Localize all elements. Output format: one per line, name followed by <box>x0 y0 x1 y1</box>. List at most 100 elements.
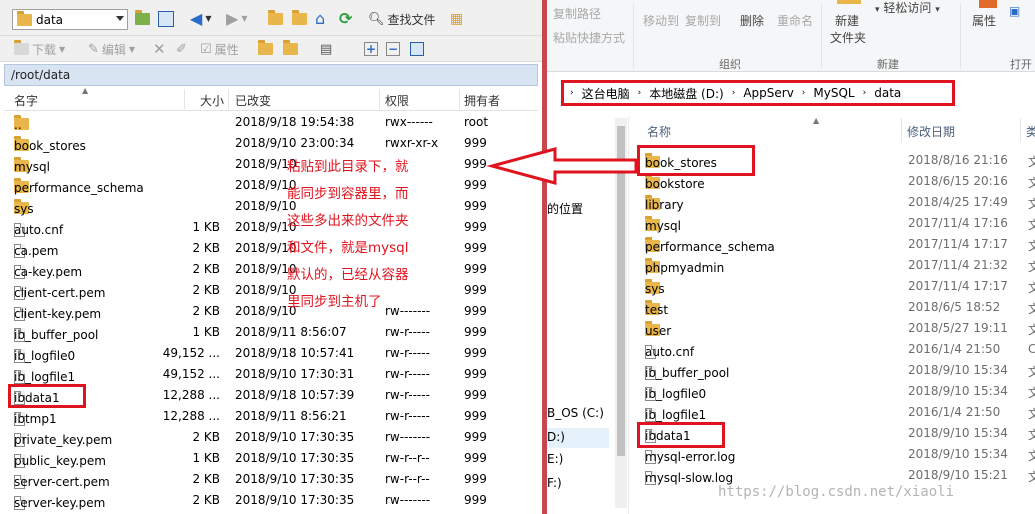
table-row[interactable]: public_key.pem 1 KB 2018/9/10 17:30:35 rw-r… <box>4 448 538 469</box>
file-perms: rwxr-xr-x <box>385 136 439 150</box>
table-row[interactable]: ib_logfile1 49,152 ... 2018/9/10 17:30:31 r… <box>4 364 538 385</box>
nav-scrollbar[interactable] <box>615 118 627 508</box>
download-button[interactable]: 下载 ▼ <box>14 39 65 59</box>
properties-button[interactable]: ☑ 属性 <box>200 39 239 59</box>
select-button[interactable]: + <box>364 39 378 59</box>
list-item[interactable]: sys 2017/11/4 17:17 文 <box>639 276 1035 297</box>
table-row[interactable]: ca-key.pem 2 KB 2018/9/10 999 <box>4 259 538 280</box>
table-row[interactable]: auto.cnf 1 KB 2018/9/10 999 <box>4 217 538 238</box>
forward-button[interactable]: ▶ ▼ <box>226 8 247 28</box>
unselect-button[interactable]: − <box>386 39 400 59</box>
col-perms[interactable]: 权限 <box>385 92 409 109</box>
breadcrumb-2[interactable]: AppServ <box>743 86 793 100</box>
col-type[interactable]: 类 <box>1026 123 1035 140</box>
properties-panel-button[interactable]: ▤ <box>320 39 332 59</box>
breadcrumb-0[interactable]: 这台电脑 <box>582 85 630 102</box>
list-item[interactable]: ib_logfile1 2016/1/4 21:50 文 <box>639 402 1035 423</box>
nav-item-f-drive[interactable]: F:) <box>547 476 562 490</box>
parent-dir-button[interactable] <box>268 9 283 29</box>
nav-item-c-drive[interactable]: B_OS (C:) <box>547 406 604 420</box>
list-item[interactable]: auto.cnf 2016/1/4 21:50 C <box>639 339 1035 360</box>
list-item[interactable]: phpmyadmin 2017/11/4 21:32 文 <box>639 255 1035 276</box>
col-modified[interactable]: 修改日期 <box>907 123 955 140</box>
find-files-button[interactable]: 🔍︎ 查找文件 <box>368 9 436 29</box>
list-item[interactable]: performance_schema 2017/11/4 17:17 文 <box>639 234 1035 255</box>
breadcrumb-1[interactable]: 本地磁盘 (D:) <box>649 85 723 102</box>
tree-toggle-button[interactable]: ▦ <box>450 9 463 29</box>
rename-button[interactable]: 重命名 <box>777 12 813 29</box>
paste-shortcut-button[interactable]: 粘贴快捷方式 <box>553 29 625 46</box>
move-to-button[interactable]: 移动到 <box>643 12 679 29</box>
table-row[interactable]: ib_buffer_pool 1 KB 2018/9/11 8:56:07 rw-r-… <box>4 322 538 343</box>
table-row[interactable]: book_stores 2018/9/10 23:00:34 rwxr-xr-x 99… <box>4 133 538 154</box>
file-owner: 999 <box>464 430 487 444</box>
column-divider[interactable] <box>228 89 229 109</box>
file-type: 文 <box>1028 365 1035 379</box>
table-row[interactable]: sys 2018/9/10 999 <box>4 196 538 217</box>
breadcrumb-4[interactable]: data <box>874 86 901 100</box>
root-dir-button[interactable] <box>292 9 307 29</box>
back-button[interactable]: ◀ ▼ <box>190 8 211 28</box>
filter-select-button[interactable] <box>410 39 424 59</box>
table-row[interactable]: server-cert.pem 2 KB 2018/9/10 17:30:35 rw-… <box>4 469 538 490</box>
refresh-button[interactable]: ⟳ <box>339 8 352 28</box>
list-item[interactable]: ib_logfile0 2018/9/10 15:34 文 <box>639 381 1035 402</box>
list-item[interactable]: mysql 2017/11/4 17:16 文 <box>639 213 1035 234</box>
col-name[interactable]: 名字 <box>14 92 38 109</box>
column-divider[interactable] <box>379 89 380 109</box>
table-row[interactable]: client-key.pem 2 KB 2018/9/10 rw------- 999 <box>4 301 538 322</box>
file-date: 2016/1/4 21:50 <box>908 405 1001 419</box>
properties-button[interactable]: 属性 <box>972 12 996 29</box>
filter-button[interactable] <box>158 9 174 29</box>
delete-button[interactable]: 删除 <box>740 12 764 29</box>
rename-button[interactable]: ✐ <box>176 39 187 59</box>
breadcrumb-3[interactable]: MySQL <box>813 86 854 100</box>
new-file-button[interactable] <box>283 39 298 59</box>
col-owner[interactable]: 拥有者 <box>464 92 500 109</box>
column-divider[interactable] <box>184 89 185 109</box>
list-item[interactable]: mysql-slow.log 2018/9/10 15:21 文 <box>639 465 1035 486</box>
list-item[interactable]: ib_buffer_pool 2018/9/10 15:34 文 <box>639 360 1035 381</box>
table-row[interactable]: .. 2018/9/18 19:54:38 rwx------ root <box>4 112 538 133</box>
open-button[interactable]: ▣ <box>1009 4 1020 18</box>
address-bar[interactable]: › 这台电脑 › 本地磁盘 (D:) › AppServ › MySQL › d… <box>561 80 955 106</box>
nav-item-e-drive[interactable]: E:) <box>547 452 563 466</box>
table-row[interactable]: server-key.pem 2 KB 2018/9/10 17:30:35 rw--… <box>4 490 538 511</box>
list-item[interactable]: user 2018/5/27 19:11 文 <box>639 318 1035 339</box>
easy-access-label: 轻松访问 <box>883 1 932 15</box>
table-row[interactable]: ca.pem 2 KB 2018/9/10 999 <box>4 238 538 259</box>
chevron-down-icon[interactable] <box>116 16 124 21</box>
table-row[interactable]: performance_schema 2018/9/10 999 <box>4 175 538 196</box>
list-item[interactable]: library 2018/4/25 17:49 文 <box>639 192 1035 213</box>
table-row[interactable]: client-cert.pem 2 KB 2018/9/10 999 <box>4 280 538 301</box>
edit-button[interactable]: ✎ 编辑 ▼ <box>88 39 135 59</box>
copy-path-button[interactable]: 复制路径 <box>553 5 601 22</box>
list-item[interactable]: test 2018/6/5 18:52 文 <box>639 297 1035 318</box>
table-row[interactable]: private_key.pem 2 KB 2018/9/10 17:30:35 rw-… <box>4 427 538 448</box>
home-button[interactable]: ⌂ <box>315 8 325 28</box>
file-date: 2018/9/11 8:56:21 <box>235 409 347 423</box>
new-folder-button-line2[interactable]: 文件夹 <box>830 29 866 46</box>
directory-combo[interactable]: data <box>12 9 128 30</box>
chevron-down-icon: ▼ <box>205 13 212 23</box>
column-divider[interactable] <box>1020 118 1021 142</box>
col-size[interactable]: 大小 <box>200 92 224 109</box>
delete-button[interactable]: ✕ <box>153 39 166 59</box>
column-divider[interactable] <box>901 118 902 142</box>
file-date: 2018/9/10 23:00:34 <box>235 136 355 150</box>
easy-access-button[interactable]: ▾ 轻松访问 ▾ <box>875 0 940 16</box>
new-folder-button[interactable] <box>258 39 273 59</box>
table-row[interactable]: mysql 2018/9/10 999 <box>4 154 538 175</box>
nav-item-d-drive[interactable]: D:) <box>547 428 609 448</box>
column-divider[interactable] <box>459 89 460 109</box>
col-modified[interactable]: 已改变 <box>235 92 271 109</box>
open-folder-button[interactable] <box>135 9 150 29</box>
file-perms: rwx------ <box>385 115 433 129</box>
col-name[interactable]: 名称 <box>647 123 671 140</box>
scrollbar-thumb[interactable] <box>617 126 625 456</box>
table-row[interactable]: ibtmp1 12,288 ... 2018/9/11 8:56:21 rw-r---… <box>4 406 538 427</box>
nav-item-locations[interactable]: 的位置 <box>547 200 583 217</box>
new-folder-button-line1[interactable]: 新建 <box>835 12 859 29</box>
table-row[interactable]: ib_logfile0 49,152 ... 2018/9/18 10:57:41 r… <box>4 343 538 364</box>
copy-to-button[interactable]: 复制到 <box>685 12 721 29</box>
